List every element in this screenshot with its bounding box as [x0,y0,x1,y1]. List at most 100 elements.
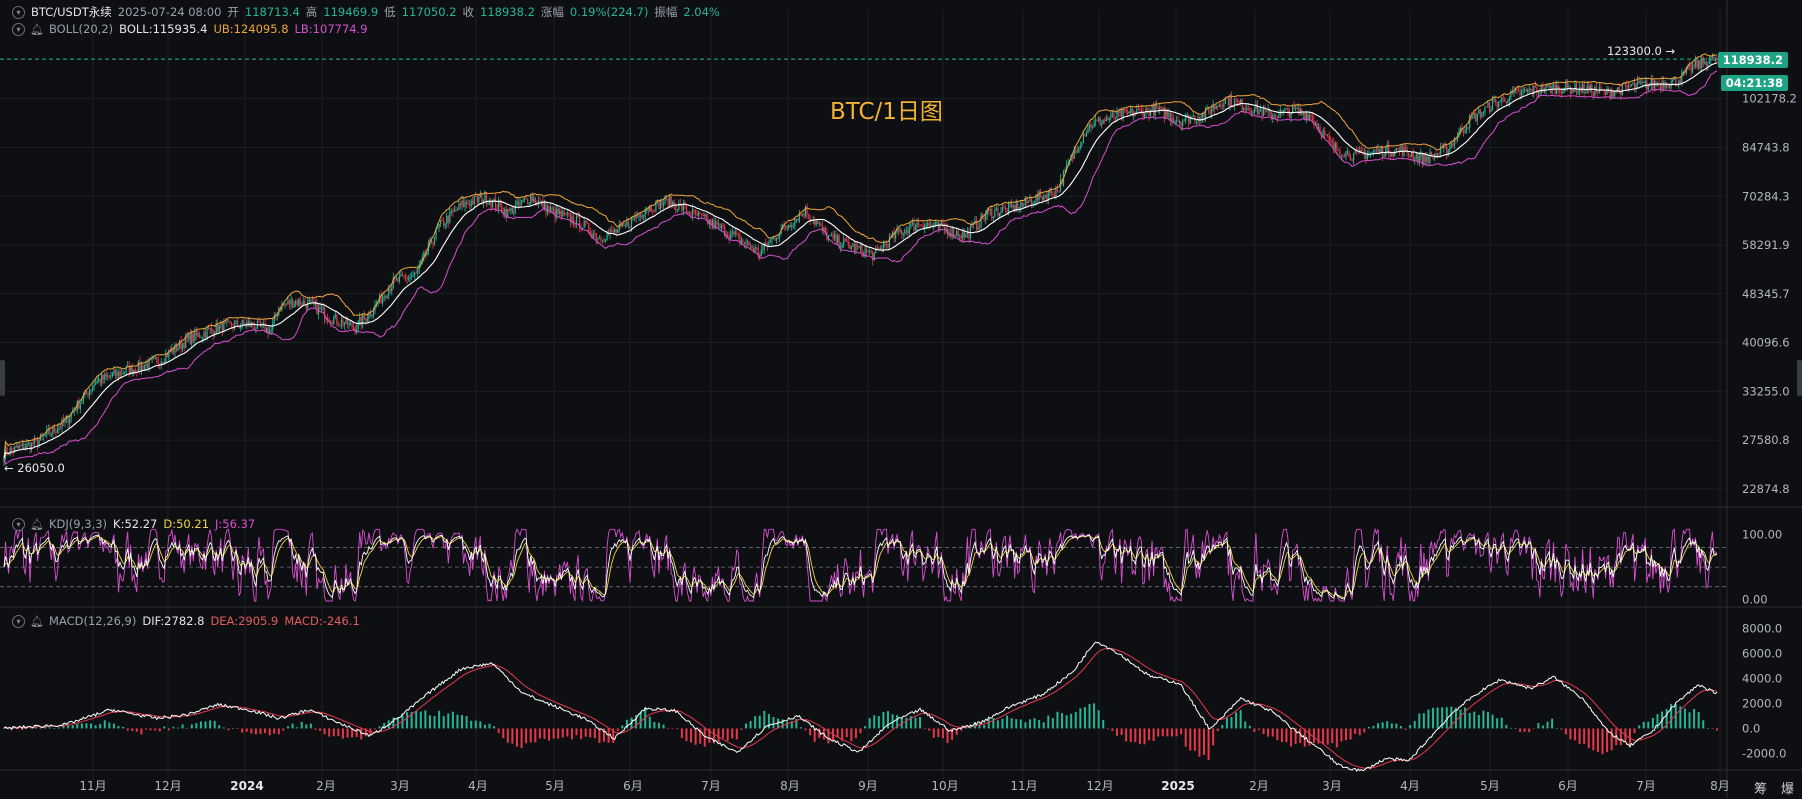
candle-body [1427,156,1430,163]
macd-histogram-bar [53,728,56,729]
collapse-icon[interactable]: ▾ [12,614,25,628]
candle-body [235,321,237,324]
time-axis-tick: 7月 [1636,779,1656,793]
time-axis-tick: 3月 [390,779,410,793]
macd-histogram-bar [232,728,235,729]
macd-name[interactable]: MACD(12,26,9) [49,614,136,628]
candle-body [566,212,568,215]
candle-body [1101,123,1103,126]
candle-body [1295,108,1297,110]
candle-body [1211,109,1213,114]
candle-body [1491,100,1494,110]
macd-histogram-bar [1051,718,1054,729]
candle-body [1562,91,1564,94]
candle-body [534,198,536,204]
candle-body [1055,188,1057,197]
candle-body [519,203,521,205]
macd-histogram-bar [648,716,651,729]
macd-histogram-bar [282,728,285,731]
candle-body [1195,120,1197,122]
candle-body [1218,104,1220,107]
candle-body [333,317,335,325]
candle-body [847,241,849,245]
candle-body [1004,207,1007,209]
candle-body [114,369,117,376]
candle-body [1574,83,1576,92]
candle-body [446,215,448,224]
candle-body [1520,90,1523,96]
candle-body [925,225,927,226]
macd-histogram-bar [1097,710,1100,729]
candle-body [212,329,214,335]
macd-value: MACD:-246.1 [284,614,360,628]
macd-histogram-bar [1349,728,1352,740]
boll-name[interactable]: BOLL(20,2) [49,22,113,36]
candle-body [386,295,388,298]
candle-body [1023,204,1025,206]
candle-body [1391,153,1393,157]
macd-histogram-bar [1642,721,1645,729]
candle-body [516,201,518,205]
candle-body [1108,117,1110,120]
macd-histogram-bar [341,728,344,739]
kdj-name[interactable]: KDJ(9,3,3) [49,517,107,531]
time-axis-tick: 12月 [1086,779,1113,793]
candle-body [575,215,578,225]
time-axis-tick: 6月 [623,779,643,793]
candle-body [56,430,59,433]
collapse-icon[interactable]: ▾ [12,517,25,531]
candle-body [1478,109,1480,114]
macd-histogram-bar [1551,718,1554,729]
candle-body [843,239,845,246]
bell-icon[interactable]: 🔔︎ [30,518,44,531]
macd-histogram-bar [1216,728,1219,732]
candle-body [382,297,384,304]
candle-body [991,208,993,218]
collapse-icon[interactable]: ▾ [12,5,25,19]
candle-body [1462,131,1465,133]
macd-histogram-bar [1083,707,1086,729]
macd-histogram-bar [653,722,656,729]
left-resize-handle[interactable] [0,360,5,396]
candle-body [614,229,616,233]
candle-body [204,332,207,338]
candle-body [866,249,868,253]
candle-body [659,200,662,210]
candle-body [153,358,155,360]
boll-ub: UB:124095.8 [213,22,289,36]
chip-distribution-button[interactable]: 筹 [1754,778,1767,797]
candle-body [1525,89,1527,92]
macd-histogram-bar [1111,728,1114,731]
macd-histogram-bar [1386,721,1389,729]
bell-icon[interactable]: 🔔︎ [30,615,44,628]
candle-body [1098,117,1100,121]
macd-histogram-bar [245,728,248,732]
liquidation-button[interactable]: 爆 [1781,778,1794,797]
candle-body [116,371,118,376]
candle-body [1473,113,1475,117]
collapse-icon[interactable]: ▾ [12,22,25,36]
candle-body [1467,127,1469,129]
macd-histogram-bar [1372,725,1375,729]
macd-histogram-bar [99,723,102,729]
candle-body [1481,112,1483,118]
macd-histogram-bar [483,724,486,729]
candle-body [914,227,917,231]
macd-histogram-bar [433,715,436,729]
macd-histogram-bar [1015,719,1018,729]
right-resize-handle[interactable] [1797,360,1802,396]
candle-body [1438,153,1440,155]
candle-body [1632,82,1634,85]
macd-histogram-bar [868,718,871,729]
candle-body [1429,152,1431,163]
macd-histogram-bar [1134,728,1137,743]
bell-icon[interactable]: 🔔︎ [30,23,44,36]
candle-body [887,244,889,248]
candle-body [1328,135,1330,141]
macd-axis-tick: 4000.0 [1742,671,1782,685]
candle-body [1667,87,1669,89]
candle-body [1342,155,1344,157]
macd-histogram-bar [140,728,143,735]
macd-axis-tick: -2000.0 [1742,746,1786,760]
macd-histogram-bar [1184,728,1187,747]
